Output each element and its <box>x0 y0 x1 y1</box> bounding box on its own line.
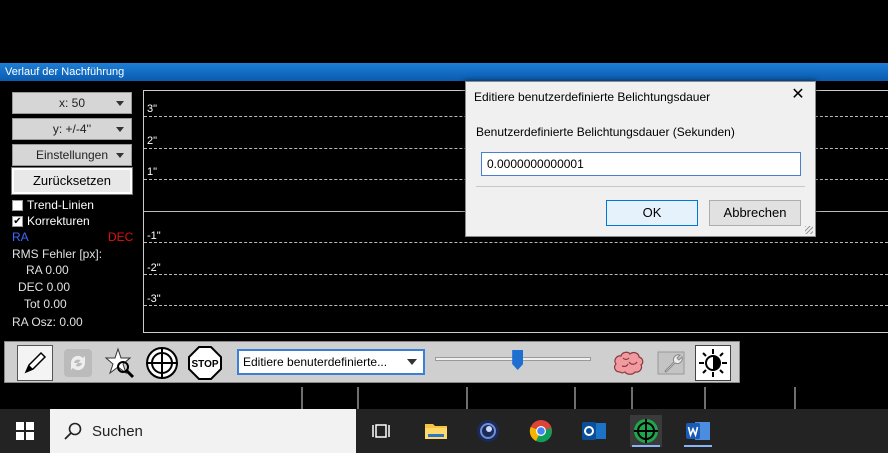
settings-label: Einstellungen <box>35 148 109 162</box>
chrome-icon <box>529 420 552 443</box>
dialog-separator <box>476 186 805 187</box>
star-magnifier-icon <box>104 347 135 379</box>
vertical-grid-lines <box>301 387 796 409</box>
brain-icon <box>614 351 644 375</box>
exposure-duration-value: Editiere benuterdefinierte... <box>243 355 388 369</box>
exposure-input-label: Benutzerdefinierte Belichtungsdauer (Sek… <box>476 125 735 139</box>
file-explorer-button[interactable] <box>420 415 452 447</box>
chevron-down-icon <box>407 359 417 365</box>
window-title: Verlauf der Nachführung <box>0 63 888 81</box>
refresh-icon <box>64 349 92 377</box>
cinema4d-icon <box>477 420 499 442</box>
task-view-button[interactable] <box>366 415 398 447</box>
grid-line-m3 <box>144 305 888 306</box>
chevron-down-icon <box>116 127 124 132</box>
y-scale-dropdown[interactable]: y: +/-4'' <box>12 118 132 140</box>
checkbox-box[interactable] <box>12 199 23 211</box>
sun-eclipse-icon <box>699 349 727 377</box>
phd2-target-icon <box>634 419 658 443</box>
cinema4d-button[interactable] <box>472 415 504 447</box>
chevron-down-icon <box>116 153 124 158</box>
stop-icon: STOP <box>188 346 222 380</box>
guide-button[interactable] <box>144 345 180 381</box>
exposure-duration-combo[interactable]: Editiere benuterdefinierte... <box>237 349 425 375</box>
chrome-button[interactable] <box>525 415 557 447</box>
settings-dropdown[interactable]: Einstellungen <box>12 144 132 166</box>
corrections-checkbox[interactable]: ✔ Korrekturen <box>12 214 90 228</box>
y-scale-label: y: +/-4'' <box>52 122 92 136</box>
y-tick-label: 2" <box>147 135 158 147</box>
grid-line-m2 <box>144 274 888 275</box>
y-tick-label: 1" <box>147 166 158 178</box>
folder-icon <box>425 424 447 439</box>
background-strip <box>0 383 888 409</box>
rms-title: RMS Fehler [px]: <box>12 247 103 261</box>
ra-legend: RA <box>12 230 29 244</box>
checkmark-icon[interactable]: ✔ <box>12 215 23 227</box>
outlook-button[interactable] <box>578 415 610 447</box>
x-scale-dropdown[interactable]: x: 50 <box>12 92 132 114</box>
grid-line-m1 <box>144 242 888 243</box>
rms-ra: RA 0.00 <box>26 263 69 277</box>
exposure-seconds-input[interactable]: 0.0000000000001 <box>481 152 801 176</box>
windows-logo-icon <box>16 422 34 440</box>
ra-oscillation: RA Osz: 0.00 <box>12 315 83 329</box>
phd2-guiding-button[interactable] <box>630 415 662 447</box>
dialog-title: Editiere benutzerdefinierte Belichtungsd… <box>474 90 711 104</box>
y-tick-label: -3" <box>147 293 161 305</box>
loop-button[interactable] <box>60 345 96 381</box>
cancel-button[interactable]: Abbrechen <box>709 200 801 226</box>
word-icon <box>686 422 710 440</box>
trend-lines-label: Trend-Linien <box>27 198 94 212</box>
x-scale-label: x: 50 <box>58 96 85 110</box>
tools-button[interactable] <box>653 345 689 381</box>
rms-dec: DEC 0.00 <box>18 280 71 294</box>
active-indicator <box>632 445 660 447</box>
auto-select-star-button[interactable] <box>102 345 138 381</box>
stop-button[interactable]: STOP <box>187 345 223 381</box>
reset-button[interactable]: Zurücksetzen <box>11 167 133 195</box>
crosshair-icon <box>146 347 178 379</box>
wrench-icon <box>657 351 685 375</box>
chevron-down-icon <box>116 101 124 106</box>
dec-legend: DEC <box>108 230 134 244</box>
stop-label: STOP <box>191 359 218 370</box>
loop-pencil-button[interactable] <box>17 345 53 381</box>
y-tick-label: 3" <box>147 103 158 115</box>
taskbar-search-box[interactable]: Suchen <box>50 409 356 453</box>
windows-taskbar: Suchen <box>0 409 888 453</box>
word-button[interactable] <box>682 415 714 447</box>
running-indicator <box>684 445 712 447</box>
task-view-icon <box>372 424 390 438</box>
rms-tot: Tot 0.00 <box>24 297 67 311</box>
start-button[interactable] <box>0 409 50 453</box>
pencil-icon <box>24 351 47 374</box>
brain-button[interactable] <box>611 345 647 381</box>
close-icon[interactable]: ✕ <box>789 87 807 105</box>
outlook-icon <box>582 422 606 440</box>
y-tick-label: -1" <box>147 230 161 242</box>
trend-lines-checkbox[interactable]: Trend-Linien <box>12 198 94 212</box>
y-tick-label: -2" <box>147 262 161 274</box>
search-icon <box>64 422 82 440</box>
corrections-label: Korrekturen <box>27 214 90 228</box>
search-placeholder: Suchen <box>92 422 143 440</box>
main-toolbar: STOP Editiere benuterdefinierte... <box>4 341 740 383</box>
dark-library-button[interactable] <box>695 345 731 381</box>
resize-grip[interactable] <box>805 226 813 234</box>
gamma-slider-thumb[interactable] <box>512 350 524 370</box>
ok-button[interactable]: OK <box>606 200 698 226</box>
exposure-dialog: Editiere benutzerdefinierte Belichtungsd… <box>465 81 816 237</box>
